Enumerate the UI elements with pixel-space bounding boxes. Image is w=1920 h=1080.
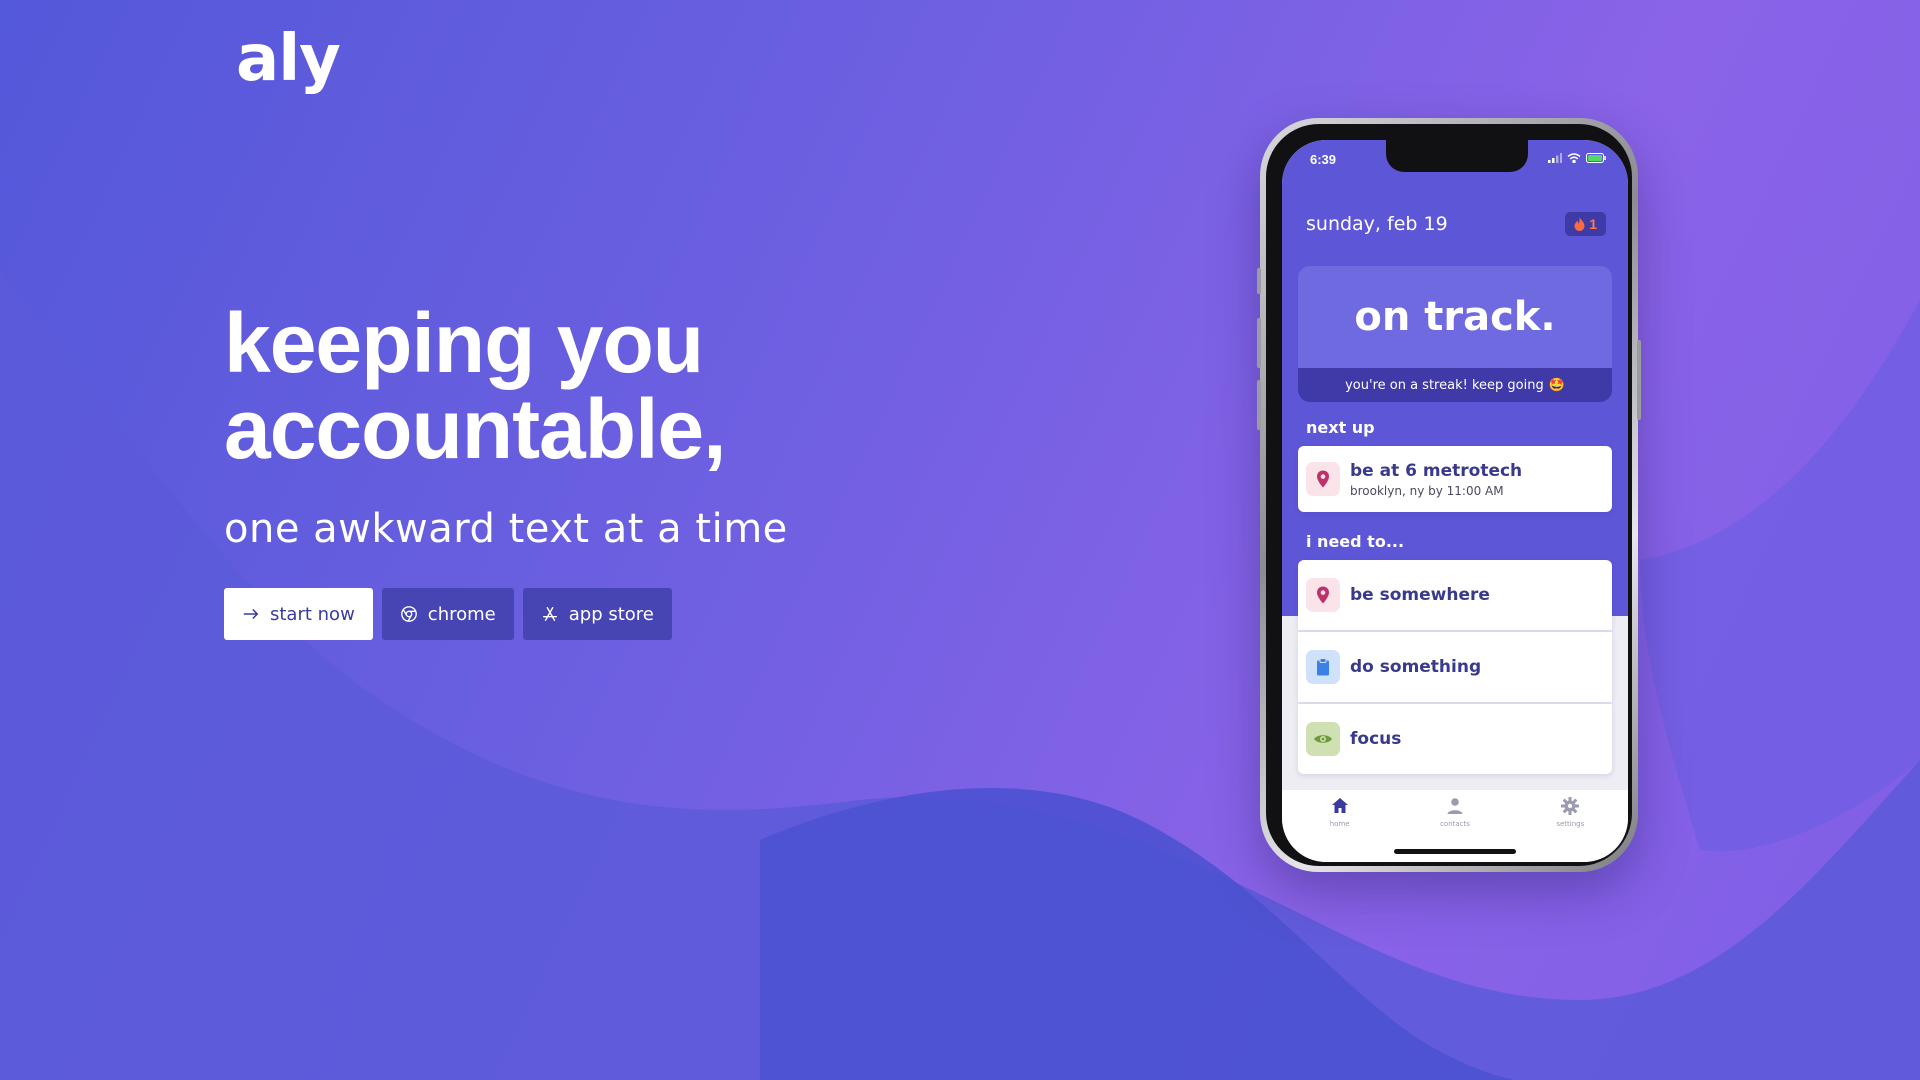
star-eyes-emoji: 🤩	[1548, 377, 1565, 393]
headline: keeping you accountable,	[224, 300, 788, 472]
phone-bezel: 6:39 sunday, feb 19 1 on track. you're o…	[1266, 124, 1632, 866]
next-up-title: be at 6 metrotech	[1350, 460, 1523, 481]
flame-icon	[1574, 217, 1585, 231]
next-up-icon-box	[1306, 462, 1340, 496]
focus-label: focus	[1350, 729, 1402, 749]
app-store-icon	[542, 606, 557, 622]
app-store-button[interactable]: app store	[522, 588, 672, 640]
tab-home-label: home	[1329, 820, 1350, 828]
do-something-icon-box	[1306, 650, 1340, 684]
arrow-right-icon	[243, 608, 259, 620]
subheadline: one awkward text at a time	[224, 506, 788, 552]
location-pin-icon	[1317, 586, 1329, 604]
chrome-icon	[400, 606, 417, 622]
eye-icon	[1314, 735, 1332, 743]
tab-home[interactable]: home	[1300, 796, 1380, 862]
next-up-body: be at 6 metrotech brooklyn, ny by 11:00 …	[1350, 461, 1522, 498]
home-indicator	[1394, 849, 1516, 854]
start-now-label: start now	[270, 603, 355, 625]
aly-logo[interactable]: aly	[236, 22, 341, 96]
start-now-button[interactable]: start now	[224, 588, 373, 640]
headline-line-2: accountable,	[224, 382, 726, 476]
status-bar-time: 6:39	[1310, 152, 1337, 167]
phone-side-button	[1257, 268, 1261, 294]
date-row: sunday, feb 19 1	[1306, 212, 1606, 236]
status-message: you're on a streak! keep going	[1345, 377, 1544, 393]
focus-icon-box	[1306, 722, 1340, 756]
focus-body: focus	[1350, 729, 1401, 749]
be-somewhere-label: be somewhere	[1350, 585, 1490, 605]
tab-settings[interactable]: settings	[1530, 796, 1610, 862]
app-store-label: app store	[568, 603, 654, 625]
phone-screen: 6:39 sunday, feb 19 1 on track. you're o…	[1282, 140, 1628, 862]
action-do-something[interactable]: do something	[1298, 632, 1612, 702]
chrome-label: chrome	[427, 603, 496, 625]
action-be-somewhere[interactable]: be somewhere	[1298, 560, 1612, 630]
status-bar-icons	[1548, 153, 1606, 163]
phone-volume-up	[1257, 318, 1261, 368]
streak-count: 1	[1589, 216, 1597, 232]
hero-section: keeping you accountable, one awkward tex…	[224, 300, 788, 640]
status-title: on track.	[1354, 294, 1556, 340]
status-message-bar: you're on a streak! keep going 🤩	[1298, 368, 1612, 402]
cta-row: start now chrome app store	[224, 588, 788, 640]
streak-badge[interactable]: 1	[1565, 212, 1606, 236]
phone-power-button	[1637, 340, 1641, 420]
home-icon	[1331, 798, 1348, 813]
be-somewhere-icon-box	[1306, 578, 1340, 612]
headline-line-1: keeping you	[224, 296, 704, 390]
tab-settings-label: settings	[1556, 820, 1585, 828]
phone-mockup: 6:39 sunday, feb 19 1 on track. you're o…	[1257, 118, 1641, 872]
do-something-body: do something	[1350, 657, 1481, 677]
clipboard-icon	[1317, 658, 1329, 676]
tab-contacts-label: contacts	[1440, 820, 1470, 828]
action-focus[interactable]: focus	[1298, 704, 1612, 774]
next-up-subtitle: brooklyn, ny by 11:00 AM	[1350, 483, 1504, 498]
status-card: on track. you're on a streak! keep going…	[1298, 266, 1612, 402]
wifi-icon	[1567, 153, 1581, 163]
chrome-button[interactable]: chrome	[381, 588, 514, 640]
gear-icon	[1561, 797, 1580, 815]
next-up-card[interactable]: be at 6 metrotech brooklyn, ny by 11:00 …	[1298, 446, 1612, 512]
phone-volume-down	[1257, 380, 1261, 430]
person-icon	[1447, 798, 1463, 814]
do-something-label: do something	[1350, 657, 1482, 677]
signal-icon	[1548, 153, 1562, 163]
phone-notch	[1386, 140, 1528, 172]
next-up-label: next up	[1306, 418, 1375, 437]
be-somewhere-body: be somewhere	[1350, 585, 1490, 605]
battery-icon	[1586, 153, 1606, 163]
location-pin-icon	[1317, 470, 1329, 488]
current-date: sunday, feb 19	[1306, 213, 1448, 235]
need-to-label: i need to...	[1306, 532, 1405, 551]
